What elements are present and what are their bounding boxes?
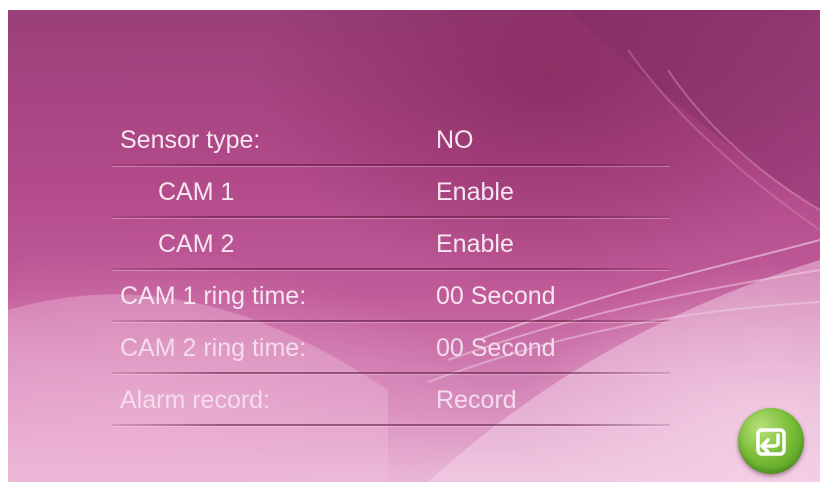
back-button[interactable] bbox=[738, 408, 804, 474]
row-value[interactable]: NO bbox=[436, 126, 474, 155]
row-value[interactable]: Enable bbox=[436, 178, 514, 207]
device-frame: Sensor type: NO CAM 1 Enable CAM 2 Enabl… bbox=[0, 0, 825, 486]
settings-row-cam1-ring-time[interactable]: CAM 1 ring time: 00 Second bbox=[112, 270, 670, 322]
row-label: CAM 1 ring time: bbox=[120, 282, 307, 310]
row-value[interactable]: Enable bbox=[436, 230, 514, 259]
back-arrow-icon bbox=[756, 428, 786, 456]
row-label: CAM 1 bbox=[158, 178, 235, 206]
row-value[interactable]: 00 Second bbox=[436, 334, 556, 363]
settings-row-sensor-type[interactable]: Sensor type: NO bbox=[112, 114, 670, 166]
row-value[interactable]: Record bbox=[436, 386, 517, 415]
settings-screen: Sensor type: NO CAM 1 Enable CAM 2 Enabl… bbox=[8, 10, 820, 482]
row-value[interactable]: 00 Second bbox=[436, 282, 556, 311]
settings-row-cam2-ring-time[interactable]: CAM 2 ring time: 00 Second bbox=[112, 322, 670, 374]
settings-row-alarm-record[interactable]: Alarm record: Record bbox=[112, 374, 670, 426]
row-label: CAM 2 bbox=[158, 230, 235, 258]
row-label: Sensor type: bbox=[120, 126, 261, 154]
row-label: CAM 2 ring time: bbox=[120, 334, 307, 362]
settings-row-cam1[interactable]: CAM 1 Enable bbox=[112, 166, 670, 218]
settings-row-cam2[interactable]: CAM 2 Enable bbox=[112, 218, 670, 270]
row-label: Alarm record: bbox=[120, 386, 271, 414]
row-divider bbox=[112, 424, 670, 426]
